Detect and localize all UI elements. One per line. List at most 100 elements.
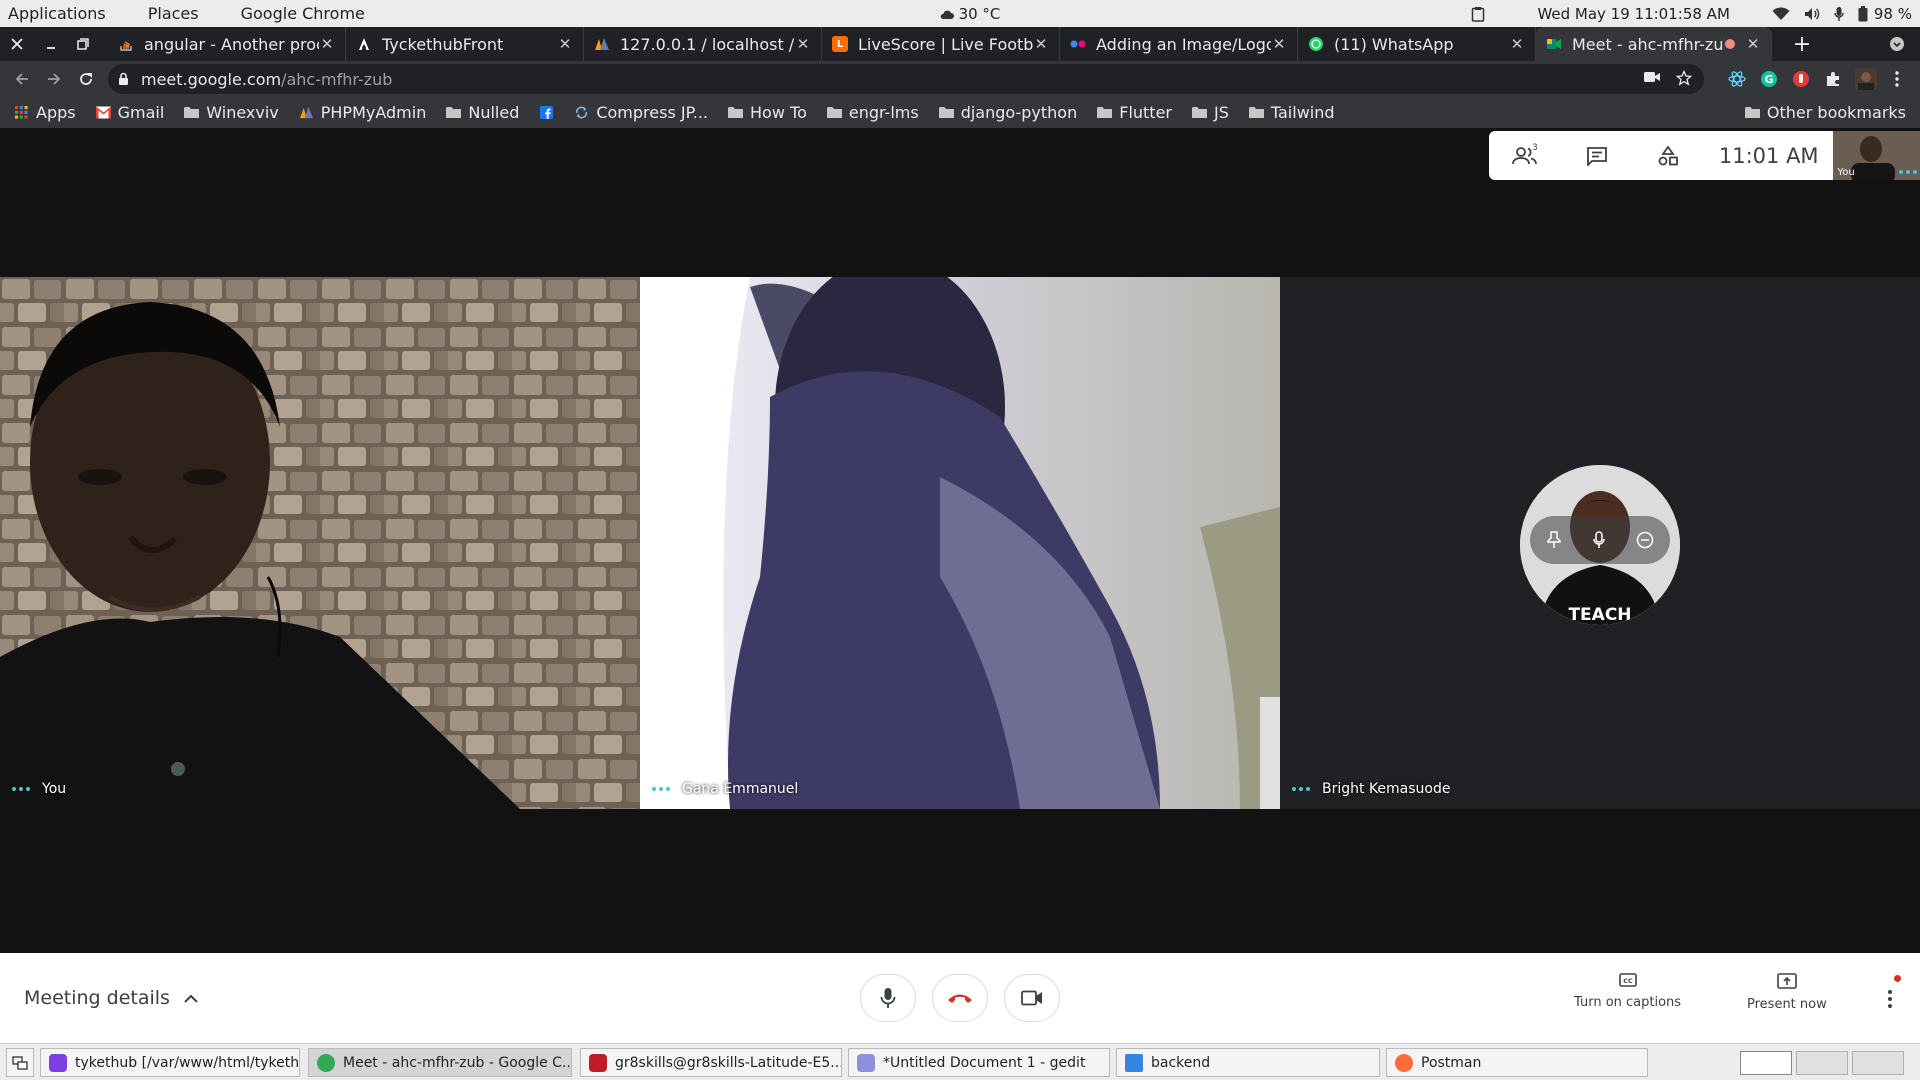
browser-tab[interactable]: TyckethubFront ✕ bbox=[346, 27, 584, 61]
bookmark-phpmyadmin[interactable]: PHPMyAdmin bbox=[299, 103, 426, 122]
bookmark-label: How To bbox=[750, 103, 807, 122]
weather-indicator[interactable]: 30 °C bbox=[920, 0, 1020, 27]
present-now-button[interactable]: Present now bbox=[1747, 973, 1827, 1012]
phpmyadmin-icon bbox=[594, 36, 610, 52]
tab-close-icon[interactable]: ✕ bbox=[1271, 35, 1287, 53]
tab-search-icon[interactable] bbox=[1880, 27, 1914, 61]
chrome-menu-icon[interactable] bbox=[1886, 68, 1908, 90]
more-options-icon[interactable] bbox=[1880, 981, 1900, 1017]
bookmark-folder-django-python[interactable]: django-python bbox=[938, 103, 1077, 122]
workspace-3[interactable] bbox=[1852, 1051, 1904, 1075]
recording-indicator-icon bbox=[1725, 39, 1735, 49]
video-feed-gana-emmanuel bbox=[640, 277, 1280, 809]
folder-icon bbox=[728, 106, 744, 119]
browser-tab[interactable]: L LiveScore | Live Footba ✕ bbox=[822, 27, 1060, 61]
tab-close-icon[interactable]: ✕ bbox=[319, 35, 335, 53]
microphone-icon[interactable] bbox=[1834, 6, 1844, 22]
clock-datetime[interactable]: Wed May 19 11:01:58 AM bbox=[1537, 5, 1729, 23]
participant-name-tag: Gana Emmanuel bbox=[652, 781, 798, 797]
profile-avatar[interactable] bbox=[1854, 68, 1878, 90]
bookmark-folder-winexviv[interactable]: Winexviv bbox=[184, 103, 279, 122]
tab-title: TyckethubFront bbox=[382, 34, 504, 54]
camera-icon bbox=[1021, 990, 1043, 1006]
meeting-details-button[interactable]: Meeting details bbox=[24, 953, 198, 1043]
chevron-up-icon bbox=[184, 994, 198, 1003]
places-menu[interactable]: Places bbox=[148, 4, 199, 23]
taskbar-item[interactable]: backend bbox=[1116, 1048, 1380, 1077]
browser-tab[interactable]: 127.0.0.1 / localhost / ✕ bbox=[584, 27, 822, 61]
bookmark-folder-how-to[interactable]: How To bbox=[728, 103, 807, 122]
forward-arrow-icon[interactable] bbox=[40, 65, 68, 93]
tab-title: angular - Another proc bbox=[144, 34, 319, 54]
microphone-toggle-button[interactable] bbox=[860, 974, 916, 1022]
mute-participant-icon[interactable] bbox=[1593, 531, 1605, 549]
wifi-icon[interactable] bbox=[1772, 6, 1790, 21]
app-menu[interactable]: Google Chrome bbox=[241, 4, 365, 23]
bookmark-folder-engr-lms[interactable]: engr-lms bbox=[826, 103, 919, 122]
terminal-icon bbox=[589, 1053, 607, 1072]
show-desktop-button[interactable] bbox=[6, 1048, 34, 1077]
other-bookmarks[interactable]: Other bookmarks bbox=[1744, 97, 1906, 128]
bookmark-gmail[interactable]: Gmail bbox=[95, 103, 164, 122]
taskbar-item-active[interactable]: Meet - ahc-mfhr-zub - Google C... bbox=[308, 1048, 572, 1077]
folder-icon bbox=[446, 106, 462, 119]
bookmark-apps[interactable]: Apps bbox=[14, 103, 76, 122]
taskbar-item[interactable]: tykethub [/var/www/html/tyketh... bbox=[40, 1048, 300, 1077]
browser-tab[interactable]: (11) WhatsApp ✕ bbox=[1298, 27, 1536, 61]
battery-indicator[interactable]: 98 % bbox=[1858, 5, 1912, 23]
lock-icon[interactable] bbox=[118, 72, 129, 86]
bookmark-star-icon[interactable] bbox=[1676, 70, 1692, 86]
address-bar[interactable]: meet.google.com/ahc-mfhr-zub bbox=[108, 64, 1704, 94]
bookmark-folder-js[interactable]: JS bbox=[1192, 103, 1229, 122]
taskbar-item[interactable]: Postman bbox=[1386, 1048, 1648, 1077]
browser-tab[interactable]: angular - Another proc ✕ bbox=[108, 27, 346, 61]
remove-participant-icon[interactable] bbox=[1636, 531, 1654, 549]
tab-close-icon[interactable]: ✕ bbox=[1033, 35, 1049, 53]
browser-tab-active[interactable]: Meet - ahc-mfhr-zub ✕ bbox=[1536, 27, 1772, 61]
bookmark-folder-flutter[interactable]: Flutter bbox=[1097, 103, 1172, 122]
tab-close-icon[interactable]: ✕ bbox=[1509, 35, 1525, 53]
chat-button[interactable] bbox=[1561, 131, 1633, 180]
volume-icon[interactable] bbox=[1804, 7, 1820, 21]
camera-toggle-button[interactable] bbox=[1004, 974, 1060, 1022]
clipboard-icon[interactable] bbox=[1471, 6, 1485, 22]
camera-in-use-icon[interactable] bbox=[1644, 71, 1660, 83]
window-close-icon[interactable] bbox=[0, 27, 34, 61]
back-arrow-icon[interactable] bbox=[8, 65, 36, 93]
window-minimize-icon[interactable] bbox=[34, 27, 68, 61]
leave-call-button[interactable] bbox=[932, 974, 988, 1022]
bookmark-facebook[interactable] bbox=[539, 106, 554, 119]
new-tab-icon[interactable]: + bbox=[1785, 27, 1819, 61]
tab-close-icon[interactable]: ✕ bbox=[1745, 35, 1761, 53]
window-restore-icon[interactable] bbox=[66, 27, 100, 61]
turn-on-captions-button[interactable]: CC Turn on captions bbox=[1574, 973, 1681, 1010]
participant-tile-gana-emmanuel[interactable]: Gana Emmanuel bbox=[640, 277, 1280, 809]
workspace-1[interactable] bbox=[1740, 1051, 1792, 1075]
extension-react-devtools-icon[interactable] bbox=[1726, 68, 1748, 90]
workspace-2[interactable] bbox=[1796, 1051, 1848, 1075]
bookmark-label: Apps bbox=[36, 103, 76, 122]
bookmark-folder-tailwind[interactable]: Tailwind bbox=[1248, 103, 1335, 122]
bookmark-label: Nulled bbox=[468, 103, 520, 122]
participant-tile-you[interactable]: You bbox=[0, 277, 640, 809]
people-button[interactable]: 3 bbox=[1489, 131, 1561, 180]
taskbar-item[interactable]: gr8skills@gr8skills-Latitude-E5... bbox=[580, 1048, 842, 1077]
tab-close-icon[interactable]: ✕ bbox=[557, 35, 573, 53]
participant-name: You bbox=[42, 781, 67, 797]
extension-stop-icon[interactable] bbox=[1790, 68, 1812, 90]
compress-icon bbox=[574, 106, 589, 119]
applications-menu[interactable]: Applications bbox=[8, 4, 106, 23]
tab-close-icon[interactable]: ✕ bbox=[795, 35, 811, 53]
extensions-puzzle-icon[interactable] bbox=[1822, 68, 1844, 90]
bookmark-folder-nulled[interactable]: Nulled bbox=[446, 103, 519, 122]
audio-level-icon bbox=[12, 787, 30, 791]
browser-tab[interactable]: Adding an Image/Logo ✕ bbox=[1060, 27, 1298, 61]
activities-button[interactable] bbox=[1632, 131, 1704, 180]
participant-tile-bright-kemasuode[interactable]: TEACH Bright Kemasuode bbox=[1280, 277, 1920, 809]
extension-grammarly-icon[interactable]: G bbox=[1758, 68, 1780, 90]
bookmark-compress-jpeg[interactable]: Compress JP... bbox=[574, 103, 708, 122]
self-view-thumbnail[interactable]: You bbox=[1833, 131, 1920, 180]
taskbar-item[interactable]: *Untitled Document 1 - gedit bbox=[848, 1048, 1110, 1077]
pin-icon[interactable] bbox=[1546, 531, 1562, 549]
reload-icon[interactable] bbox=[72, 65, 100, 93]
